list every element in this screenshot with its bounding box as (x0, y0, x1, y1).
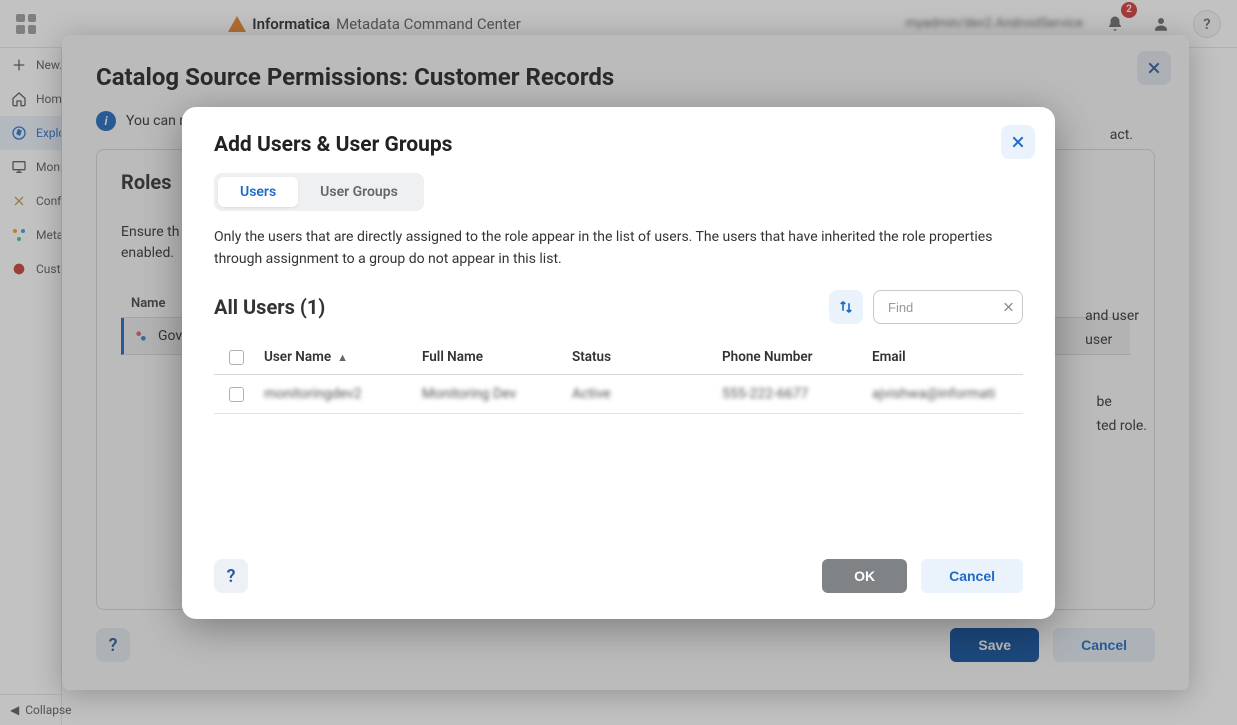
table-header: User Name ▲ Full Name Status Phone Numbe… (214, 340, 1023, 375)
modal2-footer: ? OK Cancel (214, 559, 1023, 593)
modal-title: Add Users & User Groups (214, 133, 1023, 157)
users-table: User Name ▲ Full Name Status Phone Numbe… (214, 340, 1023, 414)
search-input[interactable] (873, 290, 1023, 324)
table-row[interactable]: monitoringdev2 Monitoring Dev Active 555… (214, 375, 1023, 414)
help-button[interactable]: ? (214, 559, 248, 593)
clear-search-button[interactable] (1002, 301, 1015, 314)
close-button[interactable] (1001, 125, 1035, 159)
tab-users[interactable]: Users (218, 177, 298, 207)
cell-phone: 555-222-6677 (716, 386, 866, 402)
col-fullname[interactable]: Full Name (416, 349, 566, 365)
add-users-modal: Add Users & User Groups Users User Group… (182, 107, 1055, 619)
select-all-checkbox[interactable] (229, 350, 244, 365)
modal-description: Only the users that are directly assigne… (214, 227, 1023, 270)
users-groups-tabs: Users User Groups (214, 173, 424, 211)
search-box (873, 290, 1023, 324)
sort-icon (837, 298, 855, 316)
cell-username: monitoringdev2 (258, 386, 416, 402)
tab-user-groups[interactable]: User Groups (298, 177, 420, 207)
cell-status: Active (566, 386, 716, 402)
all-users-title: All Users (1) (214, 295, 325, 319)
cancel-button[interactable]: Cancel (921, 559, 1023, 593)
col-email[interactable]: Email (866, 349, 1023, 365)
row-checkbox[interactable] (229, 387, 244, 402)
col-username[interactable]: User Name ▲ (258, 349, 416, 365)
cell-email: ajvishwa@informati (866, 386, 1023, 402)
sort-button[interactable] (829, 290, 863, 324)
cell-fullname: Monitoring Dev (416, 386, 566, 402)
sort-asc-icon: ▲ (337, 351, 348, 364)
close-icon (1010, 134, 1026, 150)
close-icon (1002, 301, 1015, 314)
col-phone[interactable]: Phone Number (716, 349, 866, 365)
col-status[interactable]: Status (566, 349, 716, 365)
ok-button[interactable]: OK (822, 559, 907, 593)
